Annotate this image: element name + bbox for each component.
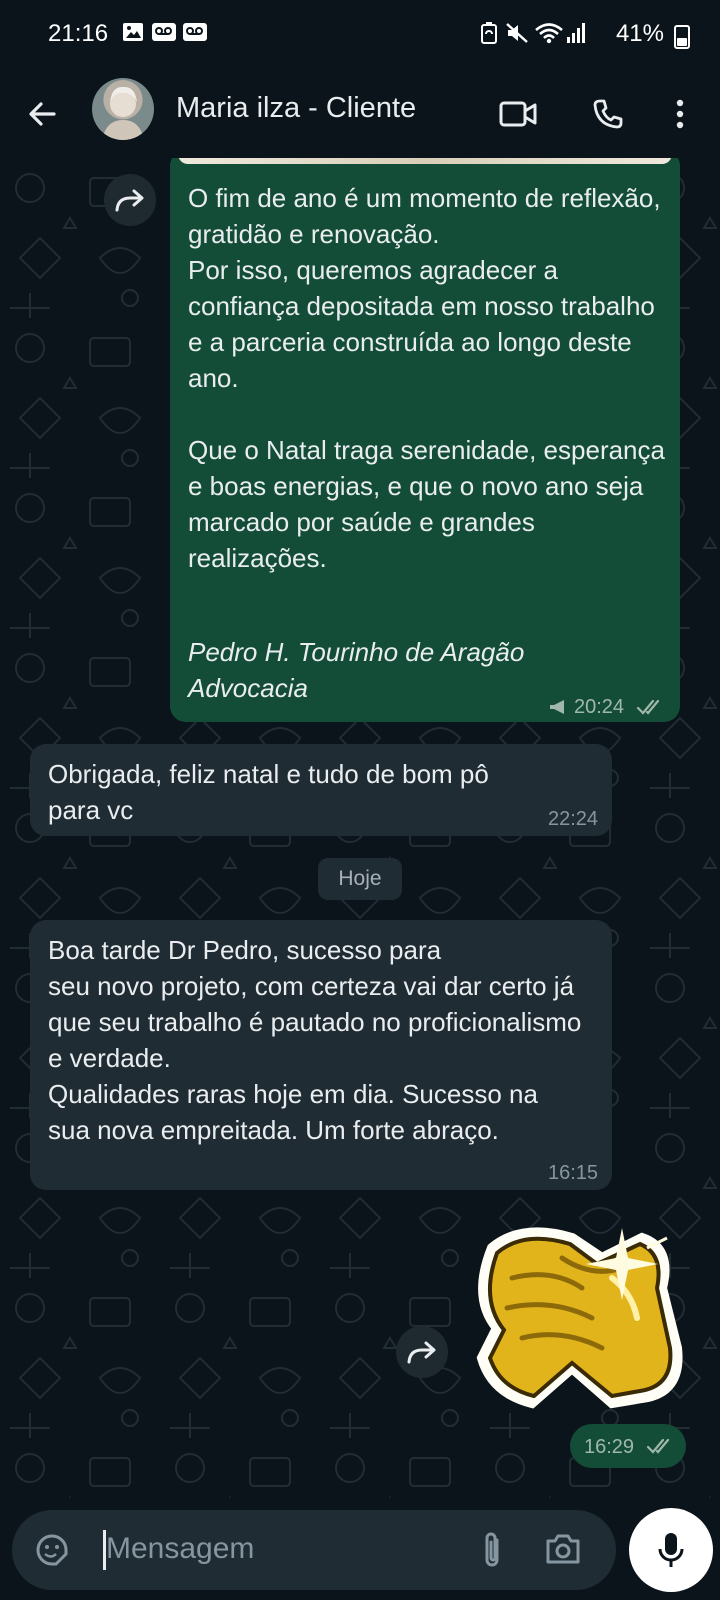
chat-area[interactable]: O fim de ano é um momento de reflexão, g… xyxy=(0,158,720,1498)
voicemail-notification-icon-2 xyxy=(183,23,207,41)
message-time: 16:15 xyxy=(548,1162,599,1184)
camera-icon[interactable] xyxy=(544,1532,582,1566)
more-vert-icon xyxy=(676,99,684,129)
back-arrow-icon xyxy=(29,102,56,126)
sticker-icon[interactable] xyxy=(34,1532,70,1568)
status-bar: 21:16 41% xyxy=(0,0,720,70)
more-options-button[interactable] xyxy=(656,90,704,138)
phone-icon xyxy=(593,99,623,129)
message-time: 22:24 xyxy=(548,808,599,830)
broadcast-icon xyxy=(550,700,564,714)
signal-icon xyxy=(567,23,585,43)
message-text: Obrigada, feliz natal e tudo de bom pô p… xyxy=(48,759,489,825)
mic-icon xyxy=(658,1533,684,1567)
gallery-icon xyxy=(123,23,143,41)
battery-level xyxy=(677,37,687,46)
mute-icon xyxy=(506,23,528,43)
attach-icon[interactable] xyxy=(480,1530,504,1570)
message-input[interactable]: Mensagem xyxy=(106,1532,254,1566)
date-separator: Hoje xyxy=(318,858,402,900)
sticker-time-chip: 16:29 xyxy=(570,1424,686,1468)
chat-header: Maria ilza - Cliente xyxy=(0,70,720,158)
forward-icon xyxy=(407,1341,436,1364)
avatar[interactable] xyxy=(92,78,154,140)
double-check-icon xyxy=(646,1438,670,1454)
back-button[interactable] xyxy=(20,92,64,136)
handshake-sticker[interactable] xyxy=(462,1218,688,1418)
video-call-icon xyxy=(499,101,537,127)
battery-percent: 41% xyxy=(615,20,664,47)
message-time: 16:29 xyxy=(584,1436,635,1458)
message-text: Boa tarde Dr Pedro, sucesso para seu nov… xyxy=(48,935,582,1145)
forward-button[interactable] xyxy=(104,174,156,226)
battery-icon xyxy=(674,25,690,49)
voice-record-button[interactable] xyxy=(629,1508,713,1592)
message-bubble-incoming[interactable]: Boa tarde Dr Pedro, sucesso para seu nov… xyxy=(30,920,612,1190)
contact-name[interactable]: Maria ilza - Cliente xyxy=(176,92,416,125)
message-bubble-incoming[interactable]: Obrigada, feliz natal e tudo de bom pô p… xyxy=(30,744,612,836)
status-time: 21:16 xyxy=(48,20,109,47)
voicemail-notification-icon xyxy=(152,23,176,41)
message-bubble-outgoing[interactable]: O fim de ano é um momento de reflexão, g… xyxy=(170,158,680,722)
image-preview-edge xyxy=(178,158,672,164)
forward-button[interactable] xyxy=(396,1326,448,1378)
battery-saver-icon xyxy=(481,22,497,44)
forward-icon xyxy=(115,189,144,212)
message-composer[interactable]: Mensagem xyxy=(12,1510,616,1590)
video-call-button[interactable] xyxy=(494,90,542,138)
double-check-icon xyxy=(636,699,660,715)
voice-call-button[interactable] xyxy=(584,90,632,138)
wifi-icon xyxy=(535,23,563,44)
message-time: 20:24 xyxy=(574,696,625,718)
message-text: O fim de ano é um momento de reflexão, g… xyxy=(188,183,665,573)
